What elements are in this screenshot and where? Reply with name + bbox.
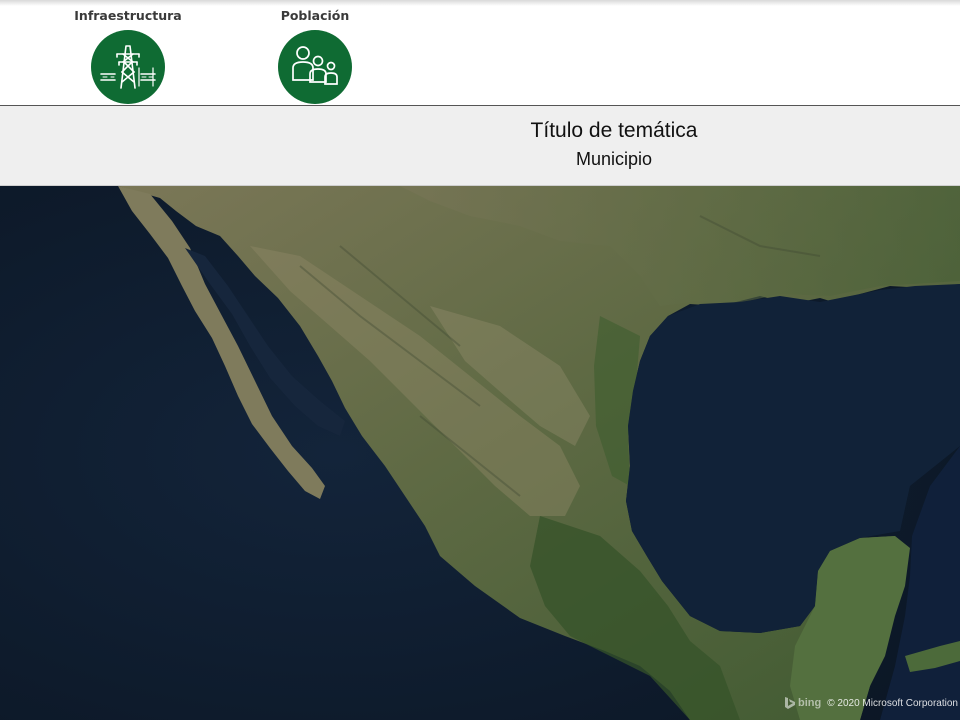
category-infraestructura[interactable]: Infraestructura [63,8,193,104]
map-copyright: © 2020 Microsoft Corporation [827,697,958,709]
category-poblacion-label: Población [280,8,350,23]
category-infraestructura-label: Infraestructura [74,8,182,23]
people-group-icon[interactable] [278,30,352,104]
thematic-subtitle: Municipio [575,149,653,169]
category-poblacion[interactable]: Población [250,8,380,104]
map-attribution: bing © 2020 Microsoft Corporation [784,696,958,710]
title-band: Título de temática Municipio [0,106,960,186]
thematic-title: Título de temática [530,119,698,142]
power-tower-icon[interactable] [91,30,165,104]
bing-logo-icon[interactable]: bing [784,696,821,710]
satellite-map[interactable]: bing © 2020 Microsoft Corporation [0,186,960,720]
category-bar: Infraestructura Población [0,0,960,106]
